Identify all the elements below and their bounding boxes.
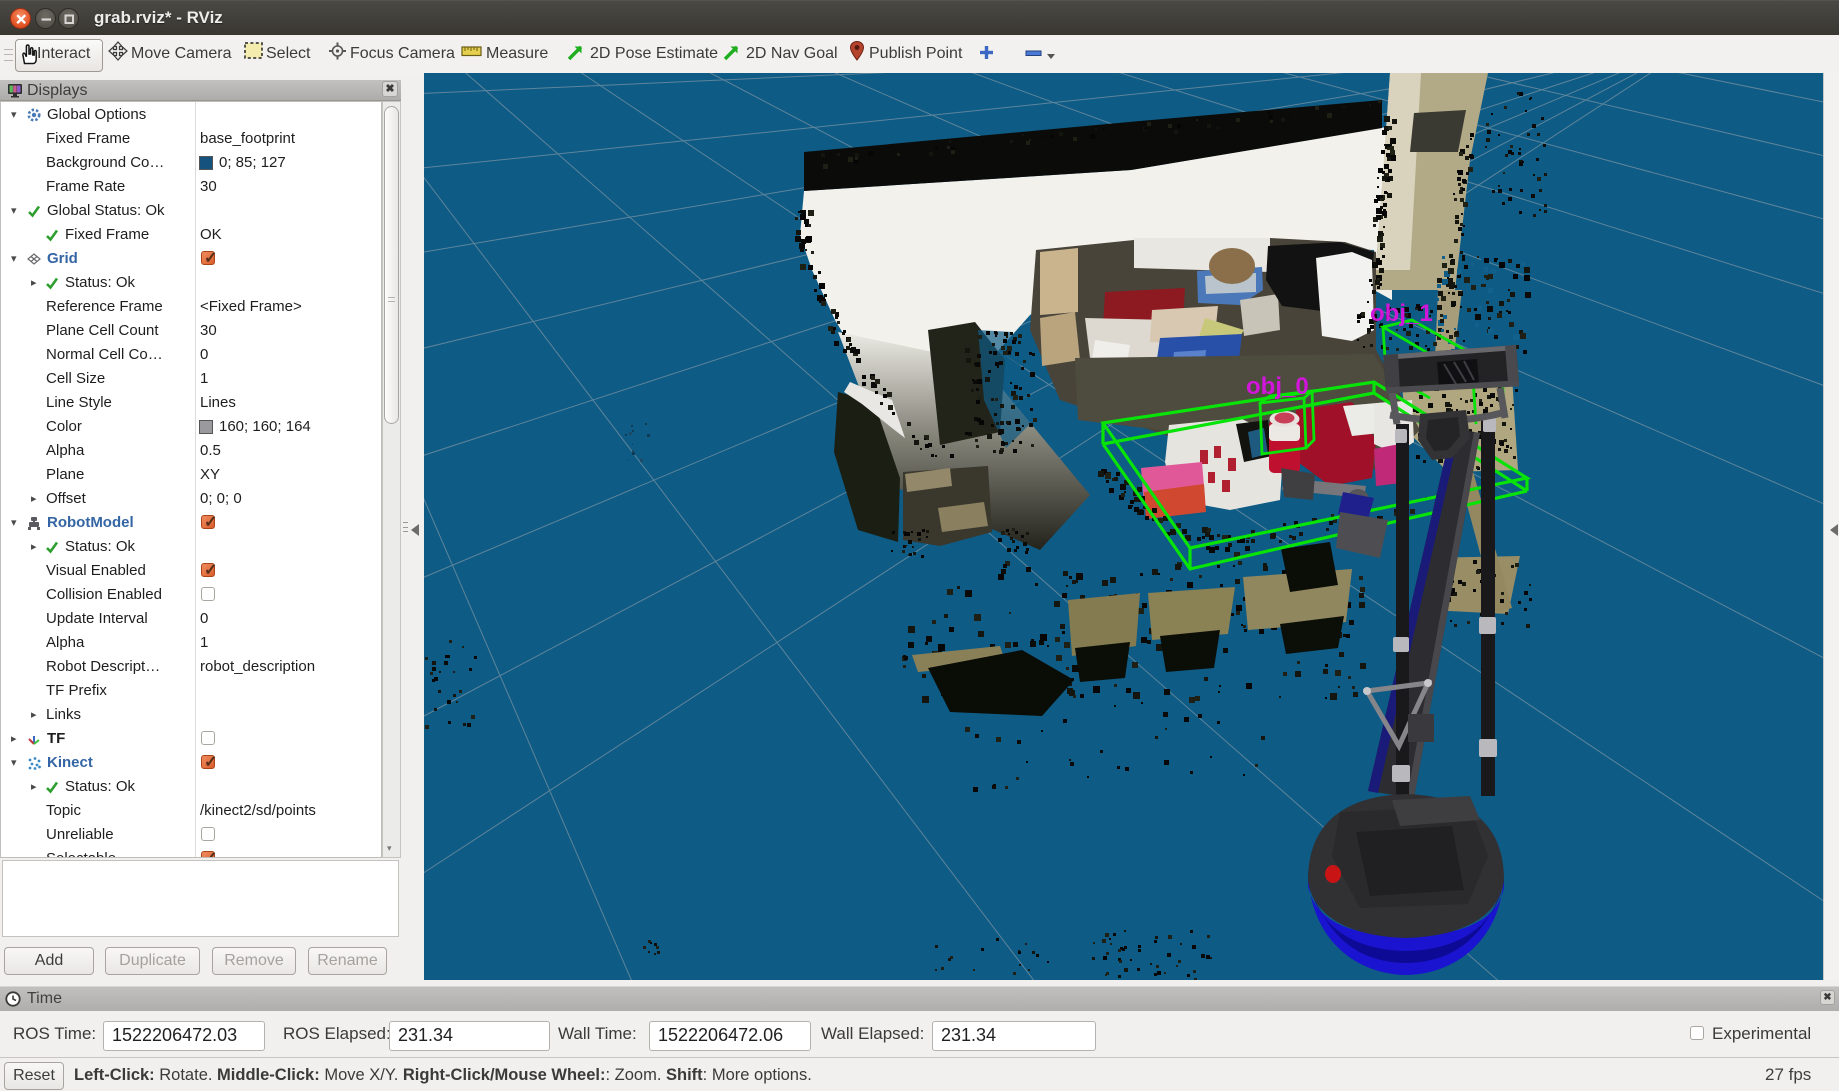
svg-text:obj_0: obj_0	[1246, 373, 1309, 400]
svg-text:obj_1: obj_1	[1370, 300, 1433, 327]
